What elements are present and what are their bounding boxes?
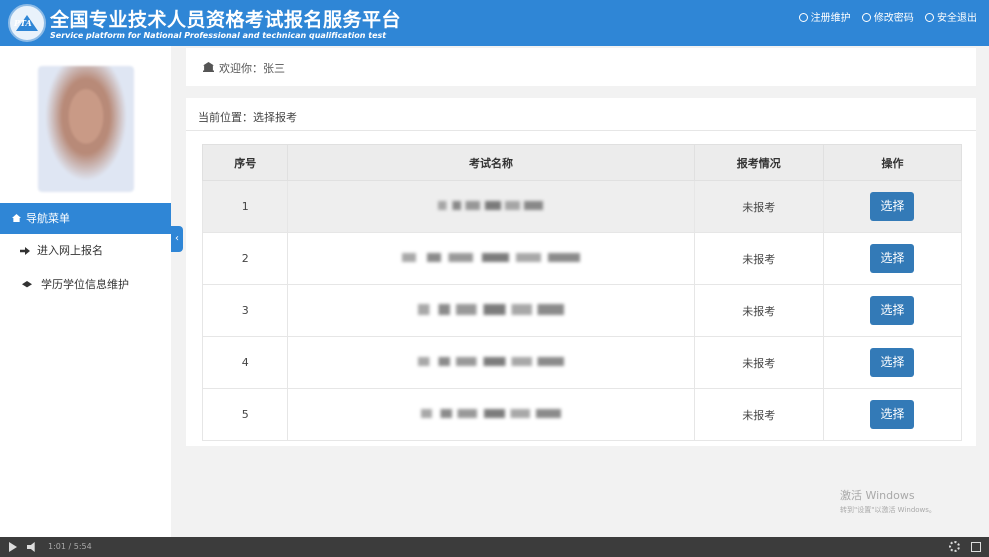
action-cell: 选择	[822, 284, 963, 337]
main-panel: 当前位置：选择报考 序号 考试名称 报考情况 操作 1 未报考 选择 2 未报考…	[186, 98, 976, 446]
action-cell: 选择	[822, 232, 963, 285]
divider	[186, 130, 976, 131]
select-button[interactable]: 选择	[870, 296, 915, 325]
exam-name-cell	[287, 284, 695, 337]
table-row: 2 未报考 选择	[201, 232, 963, 285]
logo-text: PTA	[14, 18, 32, 28]
exam-table: 序号 考试名称 报考情况 操作 1 未报考 选择 2 未报考 选择 3 未报考 …	[201, 144, 963, 441]
row-number: 5	[201, 388, 289, 441]
action-cell: 选择	[822, 388, 963, 441]
exam-name-cell	[287, 336, 695, 389]
sidebar-menu-title[interactable]: 导航菜单	[0, 203, 171, 234]
exam-name-redacted	[417, 303, 564, 315]
bank-icon	[203, 62, 214, 72]
status-cell: 未报考	[693, 180, 824, 233]
watermark-title: 激活 Windows	[840, 489, 915, 502]
row-number: 4	[201, 336, 289, 389]
site-subtitle: Service platform for National Profession…	[50, 31, 387, 40]
home-icon	[12, 214, 21, 222]
sidebar-collapse-toggle[interactable]: ‹	[171, 226, 183, 252]
site-title: 全国专业技术人员资格考试报名服务平台	[50, 9, 402, 31]
sidebar-item-online-registration[interactable]: 进入网上报名	[0, 236, 171, 266]
table-row: 5 未报考 选择	[201, 388, 963, 441]
edit-icon	[861, 13, 871, 22]
table-row: 1 未报考 选择	[201, 180, 963, 233]
column-header-exam-name: 考试名称	[287, 144, 695, 181]
avatar	[38, 66, 134, 192]
logout-label: 安全退出	[937, 13, 977, 24]
playback-time: 1:01 / 5:54	[48, 542, 92, 551]
table-row: 4 未报考 选择	[201, 336, 963, 389]
row-number: 1	[201, 180, 289, 233]
info-icon	[798, 13, 808, 22]
sign-in-icon	[20, 247, 30, 255]
header-links: 注册维护 修改密码 安全退出	[791, 9, 977, 24]
status-cell: 未报考	[693, 336, 824, 389]
windows-activation-watermark: 激活 Windows 转到"设置"以激活 Windows。	[840, 487, 936, 515]
change-password-link[interactable]: 修改密码	[861, 9, 914, 24]
exam-name-redacted	[401, 253, 580, 262]
exam-name-cell	[287, 232, 695, 285]
fullscreen-icon[interactable]	[971, 542, 981, 552]
welcome-bar: 欢迎你：张三	[186, 48, 976, 86]
pta-logo: PTA	[8, 4, 46, 42]
column-header-number: 序号	[201, 144, 289, 181]
action-cell: 选择	[822, 180, 963, 233]
exam-name-cell	[287, 388, 695, 441]
welcome-text: 欢迎你：张三	[219, 62, 285, 75]
table-row: 3 未报考 选择	[201, 284, 963, 337]
exam-name-redacted	[438, 201, 544, 210]
status-cell: 未报考	[693, 232, 824, 285]
table-header-row: 序号 考试名称 报考情况 操作	[201, 144, 963, 181]
sidebar-item-label: 学历学位信息维护	[41, 278, 129, 291]
column-header-action: 操作	[822, 144, 963, 181]
play-icon[interactable]	[9, 542, 17, 552]
register-maintain-link[interactable]: 注册维护	[798, 9, 851, 24]
column-header-status: 报考情况	[693, 144, 824, 181]
graduation-cap-icon	[22, 281, 32, 288]
gear-icon[interactable]	[949, 541, 960, 552]
register-maintain-label: 注册维护	[810, 13, 851, 24]
exam-name-cell	[287, 180, 695, 233]
top-header: PTA 全国专业技术人员资格考试报名服务平台 Service platform …	[0, 0, 989, 46]
sidebar-menu-title-label: 导航菜单	[26, 212, 70, 225]
exam-name-redacted	[417, 357, 564, 366]
action-cell: 选择	[822, 336, 963, 389]
select-button[interactable]: 选择	[870, 244, 915, 273]
status-cell: 未报考	[693, 388, 824, 441]
sidebar: 导航菜单 进入网上报名 学历学位信息维护	[0, 46, 171, 537]
exam-name-redacted	[420, 409, 561, 418]
status-cell: 未报考	[693, 284, 824, 337]
change-password-label: 修改密码	[873, 13, 914, 24]
sidebar-item-label: 进入网上报名	[37, 244, 103, 257]
volume-icon[interactable]	[27, 542, 35, 552]
logout-link[interactable]: 安全退出	[925, 9, 977, 24]
sidebar-item-degree-info[interactable]: 学历学位信息维护	[0, 270, 171, 300]
row-number: 2	[201, 232, 289, 285]
select-button[interactable]: 选择	[870, 192, 915, 221]
select-button[interactable]: 选择	[870, 400, 915, 429]
row-number: 3	[201, 284, 289, 337]
select-button[interactable]: 选择	[870, 348, 915, 377]
breadcrumb: 当前位置：选择报考	[198, 111, 297, 124]
watermark-subtitle: 转到"设置"以激活 Windows。	[840, 506, 936, 514]
video-player-bar: 1:01 / 5:54	[0, 537, 989, 557]
power-icon	[925, 13, 934, 22]
